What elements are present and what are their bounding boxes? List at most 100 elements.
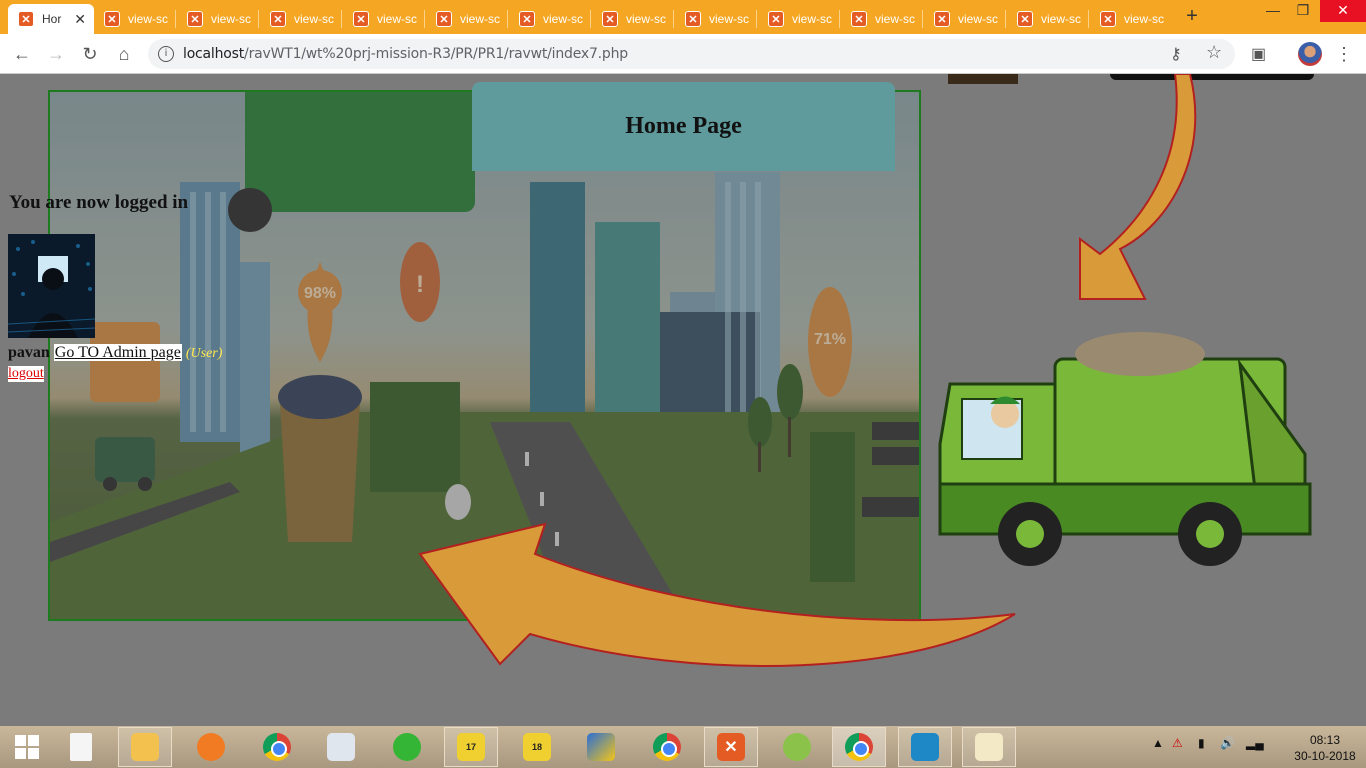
taskbar-chrome-active[interactable]	[832, 727, 886, 767]
taskbar-labview-17[interactable]: 17	[444, 727, 498, 767]
battery-icon[interactable]: ▮	[1198, 736, 1205, 750]
taskbar-uc-browser[interactable]	[184, 727, 238, 767]
tab-title: view-sc	[958, 12, 999, 26]
tab-view-source-10[interactable]: ✕ view-sc	[841, 4, 921, 34]
green-app-icon	[783, 733, 811, 761]
tab-view-source-12[interactable]: ✕ view-sc	[1007, 4, 1087, 34]
bookmark-star-icon[interactable]: ☆	[1206, 42, 1222, 63]
folder-icon	[131, 733, 159, 761]
info-icon[interactable]: i	[158, 46, 174, 62]
tab-home[interactable]: ✕ Hor ✕	[8, 4, 94, 34]
tab-view-source-3[interactable]: ✕ view-sc	[260, 4, 340, 34]
tab-divider	[175, 10, 176, 28]
taskbar-xampp[interactable]: ✕	[704, 727, 758, 767]
taskbar-chrome-2[interactable]	[640, 727, 694, 767]
tab-title: view-sc	[1124, 12, 1165, 26]
reload-icon[interactable]: ↻	[76, 40, 104, 68]
labview-icon: 18	[523, 733, 551, 761]
uc-browser-icon	[197, 733, 225, 761]
tab-view-source-11[interactable]: ✕ view-sc	[924, 4, 1004, 34]
tab-divider	[922, 10, 923, 28]
tab-view-source-1[interactable]: ✕ view-sc	[94, 4, 174, 34]
tab-title: view-sc	[128, 12, 169, 26]
taskbar-sync[interactable]	[380, 727, 434, 767]
address-bar[interactable]: i localhost/ravWT1/wt%20prj-mission-R3/P…	[148, 39, 1235, 69]
start-button[interactable]	[0, 727, 54, 767]
tab-title: view-sc	[377, 12, 418, 26]
address-url[interactable]: localhost/ravWT1/wt%20prj-mission-R3/PR/…	[183, 46, 628, 62]
url-host: localhost	[183, 46, 245, 62]
tab-view-source-7[interactable]: ✕ view-sc	[592, 4, 672, 34]
xilinx-icon	[587, 733, 615, 761]
xampp-icon: ✕	[18, 11, 34, 27]
xampp-icon: ✕	[768, 11, 784, 27]
tab-title: view-sc	[543, 12, 584, 26]
back-icon[interactable]: ←	[8, 40, 36, 68]
garbage-truck-image	[938, 332, 1312, 566]
taskbar-photos[interactable]	[898, 727, 952, 767]
taskbar-xilinx[interactable]	[574, 727, 628, 767]
tab-title: view-sc	[875, 12, 916, 26]
tab-view-source-2[interactable]: ✕ view-sc	[177, 4, 257, 34]
tab-view-source-9[interactable]: ✕ view-sc	[758, 4, 838, 34]
extension-icon[interactable]: ▣	[1251, 44, 1266, 64]
taskbar-file[interactable]	[54, 727, 108, 767]
taskbar-labview-18[interactable]: 18	[510, 727, 564, 767]
resource-monitor-icon	[327, 733, 355, 761]
forward-icon[interactable]: →	[42, 40, 70, 68]
taskbar-paint[interactable]	[962, 727, 1016, 767]
tab-view-source-13[interactable]: ✕ view-sc	[1090, 4, 1170, 34]
xampp-icon: ✕	[851, 11, 867, 27]
taskbar-chrome-1[interactable]	[250, 727, 304, 767]
new-tab-button[interactable]: +	[1180, 4, 1204, 30]
clock-date: 30-10-2018	[1294, 749, 1356, 763]
chrome-icon	[653, 733, 681, 761]
xampp-icon: ✕	[685, 11, 701, 27]
tab-divider	[507, 10, 508, 28]
system-clock[interactable]: 08:13 30-10-2018	[1290, 732, 1360, 764]
tab-title: view-sc	[460, 12, 501, 26]
key-icon[interactable]: ⚷	[1170, 44, 1182, 64]
page-viewport: 98% ! 71% Home Page You are now logged i…	[0, 74, 1366, 726]
volume-icon[interactable]: 🔊	[1220, 736, 1235, 750]
tab-view-source-6[interactable]: ✕ view-sc	[509, 4, 589, 34]
browser-toolbar: ← → ↻ ⌂ i localhost/ravWT1/wt%20prj-miss…	[0, 34, 1366, 74]
curved-arrow-bottom	[418, 522, 1016, 668]
clock-time: 08:13	[1309, 733, 1341, 747]
profile-avatar[interactable]	[1298, 42, 1322, 66]
tab-title: Hor	[42, 12, 62, 26]
tab-strip: ✕ Hor ✕ ✕ view-sc ✕ view-sc ✕ view-sc ✕ view…	[0, 0, 1366, 34]
tab-title: view-sc	[709, 12, 750, 26]
home-icon[interactable]: ⌂	[110, 40, 138, 68]
chrome-icon	[845, 733, 873, 761]
curved-arrow-top	[1079, 74, 1197, 300]
signal-icon[interactable]: ▂▄	[1246, 736, 1264, 750]
xampp-icon: ✕	[1017, 11, 1033, 27]
labview-icon: 17	[457, 733, 485, 761]
tab-divider	[1005, 10, 1006, 28]
xampp-icon: ✕	[353, 11, 369, 27]
tab-divider	[341, 10, 342, 28]
menu-kebab-icon[interactable]: ⋮	[1335, 44, 1353, 65]
tab-close-icon[interactable]: ✕	[74, 11, 86, 28]
xampp-icon: ✕	[104, 11, 120, 27]
tab-divider	[258, 10, 259, 28]
show-hidden-icons[interactable]: ▲	[1152, 736, 1164, 750]
taskbar-monitor[interactable]	[314, 727, 368, 767]
tab-title: view-sc	[792, 12, 833, 26]
tab-divider	[839, 10, 840, 28]
network-warning-icon[interactable]: ⚠	[1172, 736, 1183, 750]
window-close-icon[interactable]: ✕	[1320, 0, 1366, 22]
xampp-icon: ✕	[270, 11, 286, 27]
photos-icon	[911, 733, 939, 761]
xampp-icon: ✕	[519, 11, 535, 27]
tab-view-source-5[interactable]: ✕ view-sc	[426, 4, 506, 34]
tab-view-source-4[interactable]: ✕ view-sc	[343, 4, 423, 34]
tab-divider	[590, 10, 591, 28]
tab-view-source-8[interactable]: ✕ view-sc	[675, 4, 755, 34]
tab-divider	[1088, 10, 1089, 28]
tab-title: view-sc	[294, 12, 335, 26]
taskbar-app-green[interactable]	[770, 727, 824, 767]
taskbar-file-explorer[interactable]	[118, 727, 172, 767]
decoration-layer	[418, 74, 1312, 668]
